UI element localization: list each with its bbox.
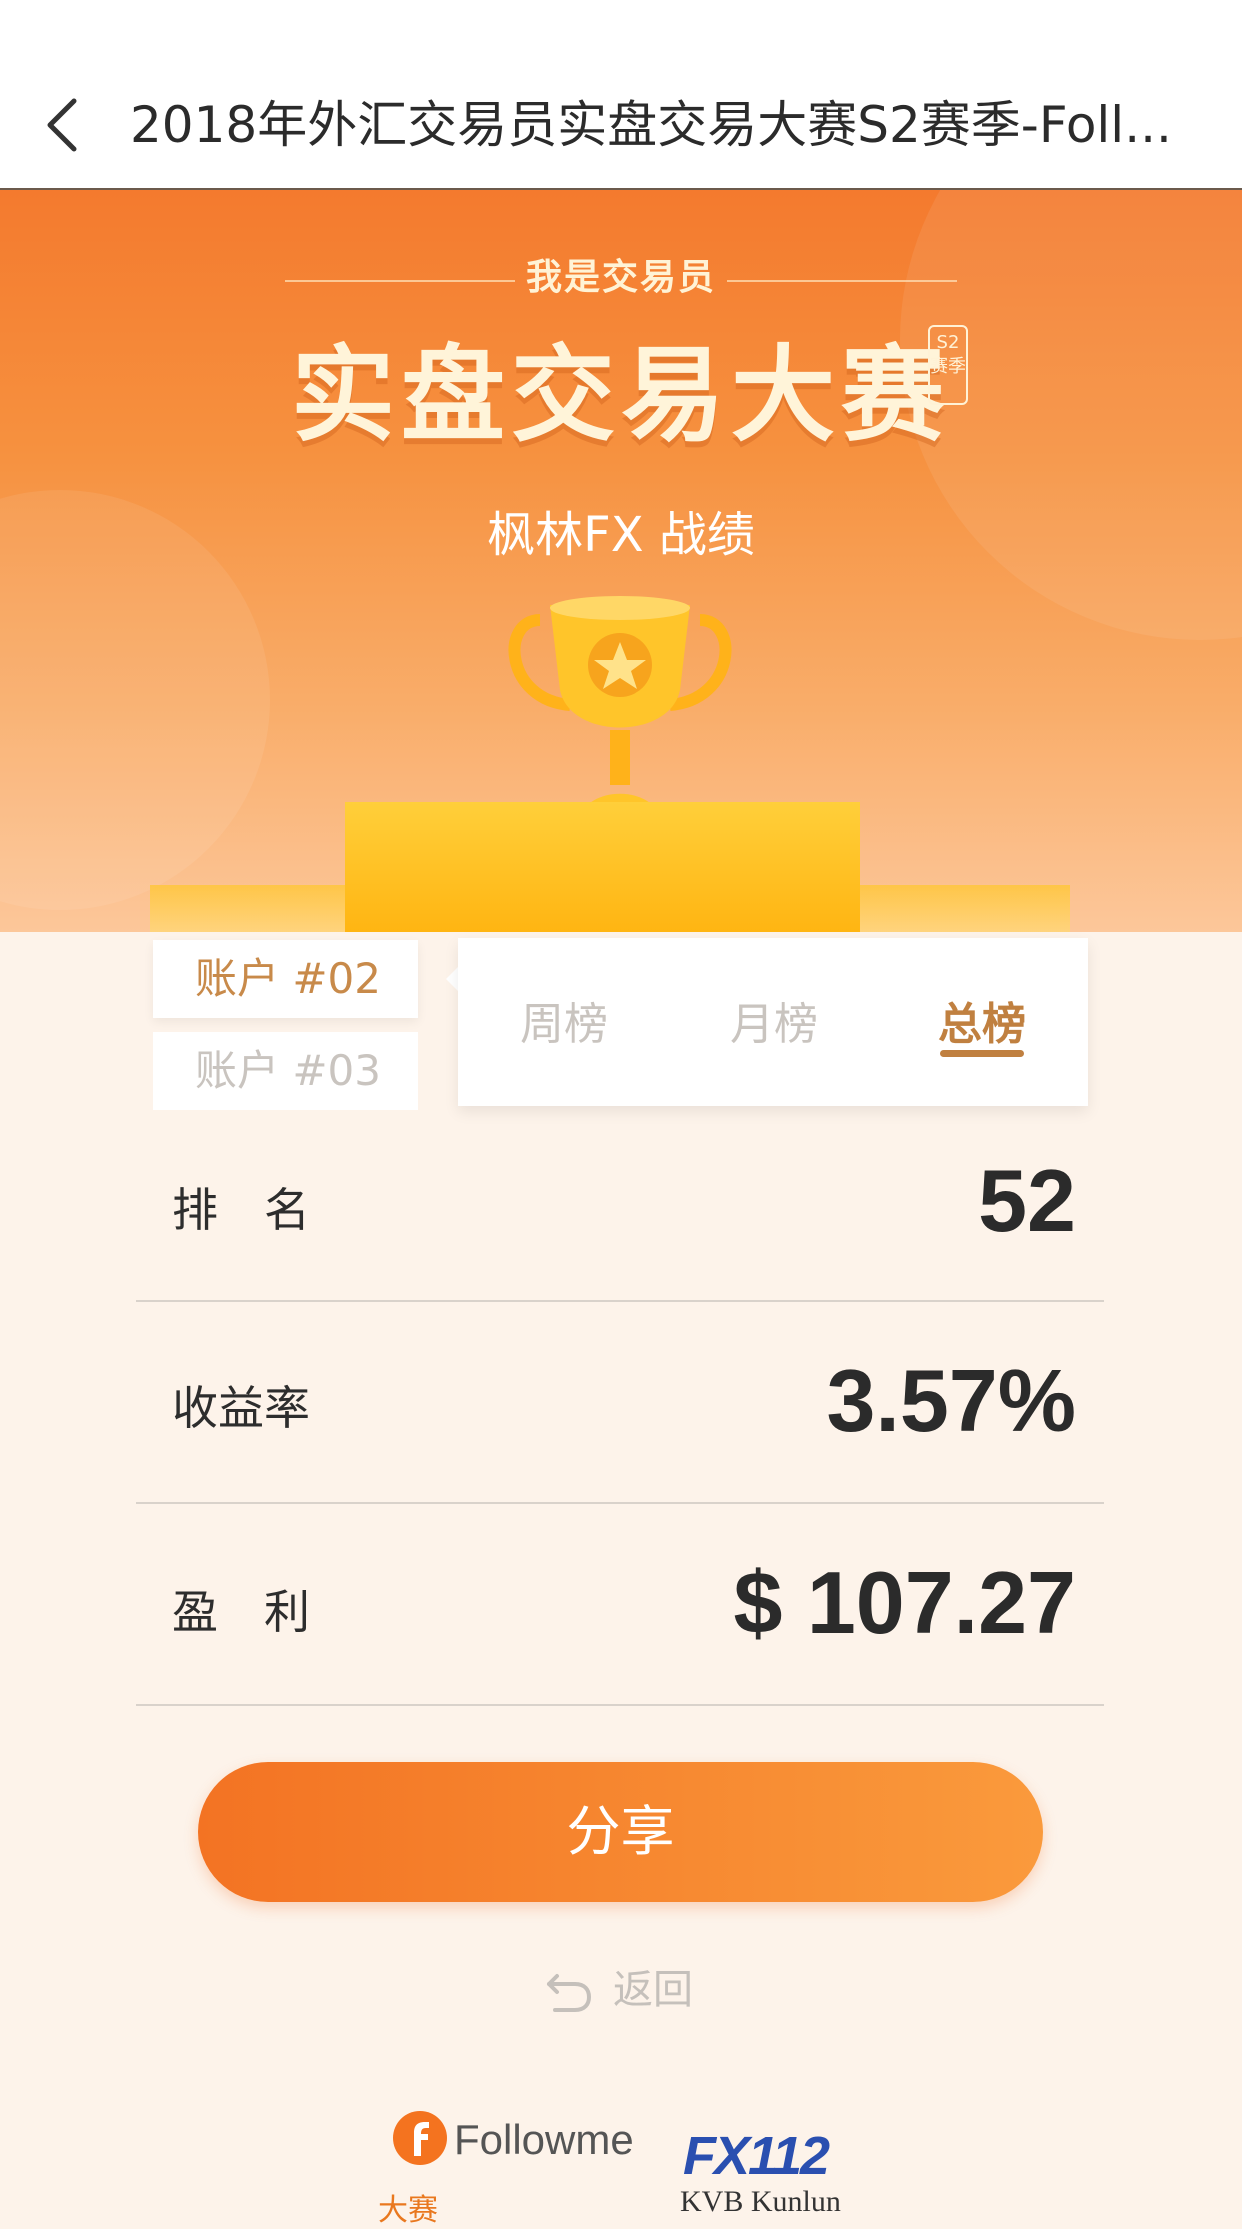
- account-tab-02[interactable]: 账户 #02: [153, 940, 418, 1018]
- partial-text-left: 大赛: [378, 2193, 438, 2228]
- rank-value: 52: [978, 1151, 1076, 1250]
- fx112-logo: FX112: [683, 2125, 830, 2187]
- period-tabs: 周榜 月榜 总榜: [458, 938, 1088, 1106]
- followme-f-icon: [393, 2111, 447, 2165]
- page-title: 2018年外汇交易员实盘交易大赛S2赛季-Foll...: [130, 96, 1172, 154]
- rank-label: 排 名: [172, 1183, 310, 1237]
- back-arrow-icon[interactable]: [40, 95, 88, 155]
- season-badge: S2赛季: [928, 325, 968, 405]
- contest-title: 实盘交易大赛: [290, 334, 951, 456]
- hero-banner: 我是交易员 实盘交易大赛 S2赛季 枫林FX 战绩: [0, 190, 1242, 932]
- partial-text-right: KVB Kunlun: [680, 2185, 841, 2218]
- followme-logo: Followme: [392, 2110, 654, 2170]
- stat-row-profit: 盈 利 $ 107.27: [136, 1504, 1104, 1706]
- share-button[interactable]: 分享: [198, 1762, 1043, 1902]
- podium-block: [345, 802, 860, 932]
- profit-label: 盈 利: [172, 1585, 310, 1639]
- trader-record-title: 枫林FX 战绩: [487, 507, 755, 563]
- tab-monthly[interactable]: 月榜: [730, 988, 818, 1052]
- tab-overall[interactable]: 总榜: [938, 988, 1026, 1052]
- followme-text: Followme: [454, 2116, 634, 2163]
- tab-weekly[interactable]: 周榜: [520, 988, 608, 1052]
- account-tab-03[interactable]: 账户 #03: [153, 1032, 418, 1110]
- return-label: 返回: [613, 1967, 693, 2013]
- nav-bar: 2018年外汇交易员实盘交易大赛S2赛季-Foll...: [0, 0, 1242, 190]
- brand-logo-small: 我是交易员: [525, 257, 716, 298]
- stat-row-return: 收益率 3.57%: [136, 1302, 1104, 1504]
- profit-value: $ 107.27: [733, 1553, 1076, 1652]
- return-arrow-icon: [547, 1974, 592, 2012]
- return-rate-label: 收益率: [172, 1381, 310, 1435]
- stat-row-rank: 排 名 52: [136, 1100, 1104, 1302]
- fx112-text: FX112: [683, 2126, 830, 2186]
- active-tab-indicator: [940, 1050, 1024, 1057]
- return-rate-value: 3.57%: [826, 1351, 1076, 1450]
